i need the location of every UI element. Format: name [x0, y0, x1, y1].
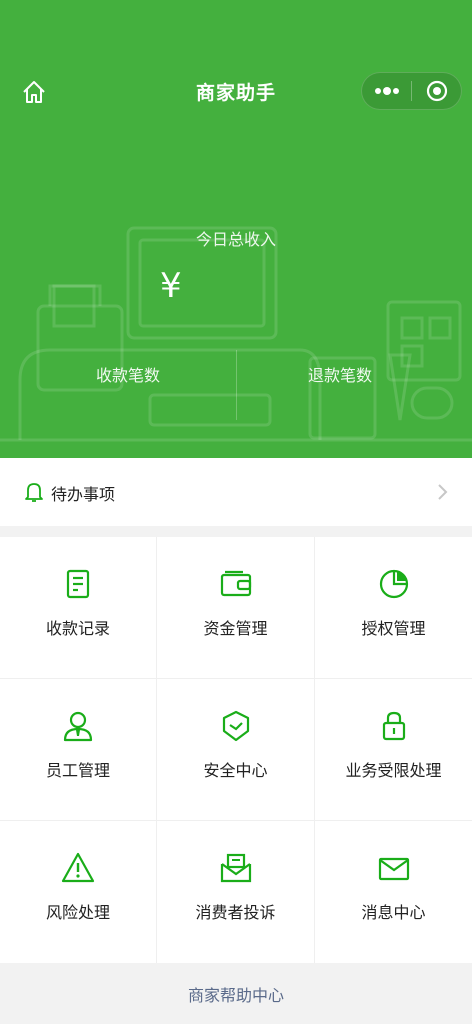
grid-item-label: 消息中心 — [361, 903, 426, 922]
staff-icon — [63, 711, 93, 742]
grid-item-label: 风险处理 — [45, 903, 110, 922]
envelope-icon — [378, 857, 409, 881]
grid-item-label: 安全中心 — [203, 761, 268, 780]
bell-icon — [25, 483, 43, 502]
mail-open-icon — [220, 853, 251, 883]
chevron-right-icon — [438, 484, 448, 500]
payments-count-label[interactable]: 收款笔数 — [96, 362, 160, 386]
income-label: 今日总收入 — [195, 230, 276, 249]
income-value: ¥ — [160, 266, 182, 306]
grid-item-business-restriction[interactable]: 业务受限处理 — [315, 679, 472, 821]
stat-divider — [236, 350, 237, 420]
grid-item-staff-management[interactable]: 员工管理 — [0, 679, 157, 821]
grid-item-payment-records[interactable]: 收款记录 — [0, 537, 157, 679]
lock-icon — [382, 711, 405, 741]
grid-item-label: 消费者投诉 — [195, 903, 276, 922]
grid-item-consumer-complaints[interactable]: 消费者投诉 — [157, 821, 315, 963]
grid-item-label: 员工管理 — [45, 761, 110, 780]
grid-item-fund-management[interactable]: 资金管理 — [157, 537, 315, 679]
pie-chart-icon — [379, 569, 408, 599]
mini-program-capsule — [361, 72, 462, 110]
close-button[interactable] — [412, 73, 461, 109]
grid-item-risk-handling[interactable]: 风险处理 — [0, 821, 157, 963]
grid-item-label: 业务受限处理 — [345, 761, 442, 780]
target-circle-icon — [426, 80, 447, 102]
help-center-link[interactable]: 商家帮助中心 — [0, 982, 472, 1006]
grid-item-label: 资金管理 — [203, 619, 268, 638]
grid-item-message-center[interactable]: 消息中心 — [315, 821, 472, 963]
warning-icon — [61, 852, 95, 883]
grid-item-authorization-management[interactable]: 授权管理 — [315, 537, 472, 679]
more-button[interactable] — [362, 73, 411, 109]
shield-icon — [222, 710, 249, 742]
document-icon — [66, 569, 90, 599]
refunds-count-label[interactable]: 退款笔数 — [308, 362, 372, 386]
grid-item-label: 授权管理 — [361, 619, 426, 638]
header-banner: 商家助手 今日总收入 ¥ 收款笔数 退款笔数 — [0, 0, 472, 458]
more-dots-icon — [374, 87, 399, 95]
function-grid: 收款记录 资金管理 授权管理 员工管理 安全中心 业务受限处理 风险处理 消费者… — [0, 537, 472, 963]
todo-row[interactable]: 待办事项 — [0, 458, 472, 526]
todo-label: 待办事项 — [51, 485, 116, 504]
grid-item-security-center[interactable]: 安全中心 — [157, 679, 315, 821]
grid-item-label: 收款记录 — [45, 619, 110, 638]
wallet-icon — [220, 570, 251, 597]
